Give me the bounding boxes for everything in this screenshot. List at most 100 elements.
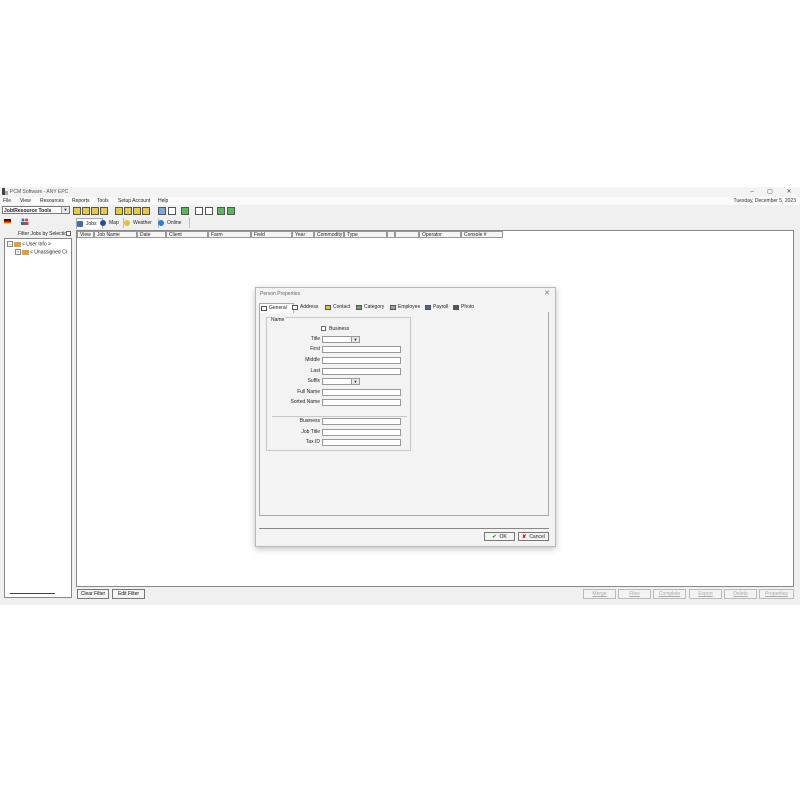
suffix-select[interactable]: ▼: [322, 378, 360, 385]
dialog-close-button[interactable]: ✕: [544, 289, 550, 297]
tool-5-icon[interactable]: [115, 207, 123, 215]
first-label: First: [310, 346, 320, 352]
tool-8-icon[interactable]: [142, 207, 150, 215]
complete-button[interactable]: Complete: [653, 589, 686, 599]
tool-3-icon[interactable]: [91, 207, 99, 215]
tool-10-icon[interactable]: [168, 207, 176, 215]
tool-6-icon[interactable]: [124, 207, 132, 215]
business-label: Business: [299, 418, 320, 424]
column-header[interactable]: Field: [251, 231, 292, 238]
column-header[interactable]: Year: [292, 231, 314, 238]
minimize-button[interactable]: –: [745, 188, 759, 196]
tool-9-icon[interactable]: [158, 207, 166, 215]
flag-icon[interactable]: [4, 219, 11, 224]
tab-payroll[interactable]: Payroll: [424, 303, 448, 312]
chevron-down-icon[interactable]: ▼: [61, 207, 69, 213]
business-checkbox[interactable]: [321, 326, 326, 331]
maximize-button[interactable]: ▢: [763, 188, 777, 196]
tools-combo-value: Job/Resource Tools: [4, 208, 52, 214]
column-header[interactable]: Commodity: [314, 231, 344, 238]
tool-12-icon[interactable]: [195, 207, 203, 215]
first-name-field[interactable]: [322, 346, 401, 353]
column-header[interactable]: Job Name: [94, 231, 137, 238]
column-header[interactable]: Console #: [461, 231, 503, 238]
filter-jobs-checkbox[interactable]: [66, 231, 71, 236]
online-icon: [158, 220, 164, 226]
tax-id-field[interactable]: [322, 439, 401, 446]
menu-view[interactable]: View: [20, 198, 31, 204]
ok-button[interactable]: ✔ OK: [484, 532, 515, 541]
last-name-field[interactable]: [322, 368, 401, 375]
chevron-down-icon[interactable]: ▼: [351, 337, 359, 342]
tools-combo[interactable]: Job/Resource Tools ▼: [2, 206, 70, 214]
resource-tree: – < User Info > + < Unassigned Cl: [4, 238, 72, 598]
tab-weather[interactable]: Weather: [124, 218, 159, 228]
tab-category[interactable]: Category: [355, 303, 384, 312]
export-button[interactable]: Export: [689, 589, 722, 599]
menu-tools[interactable]: Tools: [97, 198, 109, 204]
column-header[interactable]: View: [77, 231, 94, 238]
tool-14-icon[interactable]: [217, 207, 225, 215]
tab-employee[interactable]: Employee: [389, 303, 420, 312]
edit-filter-button[interactable]: Edit Filter: [112, 589, 145, 599]
title-label: Title: [310, 336, 320, 342]
menu-file[interactable]: File: [3, 198, 11, 204]
sorted-name-label: Sorted Name: [290, 399, 320, 405]
tool-4-icon[interactable]: [100, 207, 108, 215]
last-label: Last: [310, 368, 320, 374]
merge-button[interactable]: Merge: [583, 589, 616, 599]
files-button[interactable]: Files: [618, 589, 651, 599]
column-header[interactable]: Operator: [419, 231, 461, 238]
column-header[interactable]: Farm: [208, 231, 251, 238]
middle-label: Middle: [305, 357, 320, 363]
expand-icon[interactable]: +: [15, 249, 21, 255]
full-name-field[interactable]: [322, 389, 401, 396]
tree-item-user-info[interactable]: – < User Info >: [7, 241, 51, 247]
tab-contact[interactable]: Contact: [324, 303, 350, 312]
menu-help[interactable]: Help: [158, 198, 168, 204]
person-properties-dialog: Person Properties ✕ General Address Cont…: [255, 287, 556, 547]
tab-photo[interactable]: Photo: [452, 303, 474, 312]
middle-name-field[interactable]: [322, 357, 401, 364]
job-title-field[interactable]: [322, 429, 401, 436]
tool-7-icon[interactable]: [133, 207, 141, 215]
tab-map[interactable]: Map: [100, 218, 124, 228]
column-header[interactable]: Date: [137, 231, 166, 238]
tool-2-icon[interactable]: [82, 207, 90, 215]
menu-resources[interactable]: Resources: [40, 198, 64, 204]
column-header[interactable]: Type: [344, 231, 387, 238]
left-panel: Filter Jobs by Selection – < User Info > …: [2, 217, 72, 601]
menu-setup-account[interactable]: Setup Account: [118, 198, 150, 204]
clear-filter-button[interactable]: Clear Filter: [77, 589, 109, 599]
column-header[interactable]: [387, 231, 395, 238]
tab-address[interactable]: Address: [291, 303, 318, 312]
properties-button[interactable]: Properties: [759, 589, 794, 599]
menu-reports[interactable]: Reports: [72, 198, 90, 204]
tab-online[interactable]: Online: [158, 218, 190, 228]
column-header[interactable]: Client: [166, 231, 208, 238]
divider: [259, 528, 549, 529]
title-select[interactable]: ▼: [322, 336, 360, 343]
business-field[interactable]: [322, 418, 401, 425]
sorted-name-field[interactable]: [322, 399, 401, 406]
collapse-icon[interactable]: –: [7, 241, 13, 247]
tool-13-icon[interactable]: [205, 207, 213, 215]
tool-11-icon[interactable]: [181, 207, 189, 215]
close-button[interactable]: ✕: [782, 188, 796, 196]
employee-icon: [390, 305, 396, 310]
tree-item-unassigned[interactable]: + < Unassigned Cl: [15, 249, 67, 255]
app-logo-icon: [2, 188, 8, 195]
grid-header: View Job Name Date Client Farm Field Yea…: [77, 231, 793, 238]
job-title-label: Job Title: [301, 429, 320, 435]
window-title: PCM Software - ANY EPC: [10, 189, 69, 195]
tab-jobs[interactable]: Jobs: [76, 218, 103, 229]
current-date: Tuesday, December 5, 2023: [733, 198, 796, 204]
people-icon[interactable]: [20, 218, 29, 225]
tree-item-label: < User Info >: [22, 241, 51, 248]
tool-15-icon[interactable]: [227, 207, 235, 215]
delete-button[interactable]: Delete: [724, 589, 757, 599]
cancel-button[interactable]: ✘ Cancel: [518, 532, 549, 541]
tool-1-icon[interactable]: [73, 207, 81, 215]
chevron-down-icon[interactable]: ▼: [351, 379, 359, 384]
column-header[interactable]: [395, 231, 419, 238]
